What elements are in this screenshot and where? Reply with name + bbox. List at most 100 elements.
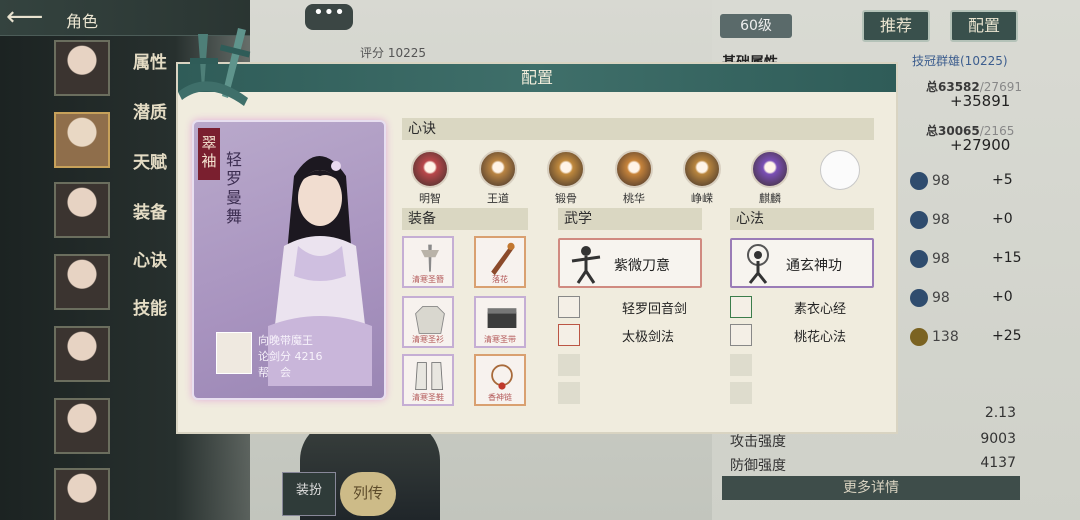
equipment-label: 清寒圣簪	[412, 275, 444, 284]
robe-icon	[415, 305, 445, 334]
heart-skill-icon	[547, 150, 585, 188]
config-modal: 配置 翠袖 轻罗曼舞 向晚带魔王 论剑分 4216 帮 会 心诀 明智 王道 锻骨桃…	[176, 28, 898, 434]
hairpin-icon	[421, 244, 439, 272]
character-avatar-selected[interactable]	[54, 112, 110, 168]
martial-skill[interactable]: 太极剑法	[558, 324, 702, 346]
tab-attributes[interactable]: 属性	[133, 48, 167, 73]
heart-skill-item[interactable]: 麒麟	[750, 150, 790, 206]
heart-skill-item[interactable]: 桃华	[614, 150, 654, 206]
skill-icon	[730, 324, 752, 346]
heart-skill-icon	[411, 150, 449, 188]
tab-equipment[interactable]: 装备	[133, 198, 167, 223]
swordsman-icon	[571, 246, 601, 284]
character-name: 轻罗曼舞	[226, 150, 243, 226]
costume-button[interactable]: 装扮	[282, 472, 336, 516]
heart-skill-icon	[615, 150, 653, 188]
tab-talent[interactable]: 天赋	[133, 148, 167, 173]
attr-row: 98 +0	[910, 289, 1020, 307]
back-button[interactable]: ⟵	[6, 4, 56, 32]
modal-header: 配置	[178, 64, 896, 92]
equipment-label: 清寒圣衫	[412, 335, 444, 344]
method-skill[interactable]: 桃花心法	[730, 324, 874, 346]
equipment-slot[interactable]: 落花	[474, 236, 526, 288]
character-avatar[interactable]	[54, 40, 110, 96]
sword-decoration-icon	[178, 28, 251, 106]
heart-skill-item[interactable]: 锻骨	[546, 150, 586, 206]
empty-skill-slot[interactable]	[730, 354, 752, 376]
equipment-slot[interactable]: 清寒圣带	[474, 296, 526, 348]
tab-potential[interactable]: 潜质	[133, 98, 167, 123]
character-avatar[interactable]	[54, 182, 110, 238]
attr-row: 98 +5	[910, 172, 1020, 190]
flute-icon	[491, 242, 515, 276]
owner-guild: 帮 会	[258, 366, 291, 379]
more-details-button[interactable]: 更多详情	[722, 476, 1020, 500]
heart-section-header: 心诀	[402, 118, 874, 140]
equipment-slot[interactable]: 清寒圣衫	[402, 296, 454, 348]
attr-row: 138 +25	[910, 328, 1022, 346]
attr-icon	[910, 250, 928, 268]
method-skill[interactable]: 素衣心经	[730, 296, 874, 318]
method-main-skill[interactable]: 通玄神功	[730, 238, 874, 288]
owner-name: 向晚带魔王	[258, 334, 313, 347]
heart-skill-item[interactable]: 明智	[410, 150, 450, 206]
skill-icon	[558, 296, 580, 318]
character-avatar[interactable]	[54, 254, 110, 310]
heart-skill-item[interactable]: 王道	[478, 150, 518, 206]
character-card: 翠袖 轻罗曼舞 向晚带魔王 论剑分 4216 帮 会	[192, 120, 386, 400]
attr-row: 98 +0	[910, 211, 1020, 229]
heart-skill-icon	[683, 150, 721, 188]
martial-section-header: 武学	[558, 208, 702, 230]
page-title: 角色	[66, 12, 99, 31]
biography-button[interactable]: 列传	[340, 472, 396, 516]
recommend-button[interactable]: 推荐	[862, 10, 930, 42]
method-section-header: 心法	[730, 208, 874, 230]
tab-heart[interactable]: 心诀	[133, 246, 167, 271]
martial-skill[interactable]: 轻罗回音剑	[558, 296, 702, 318]
equipment-label: 落花	[492, 275, 508, 284]
empty-heart-slot[interactable]	[820, 150, 860, 190]
meditation-icon	[747, 244, 769, 284]
character-avatar[interactable]	[54, 468, 110, 520]
attr-icon	[910, 211, 928, 229]
heart-skill-label: 王道	[487, 192, 509, 205]
modal-title: 配置	[520, 68, 553, 87]
belt-icon	[487, 308, 517, 328]
heart-skill-label: 锻骨	[555, 192, 577, 205]
character-avatar[interactable]	[54, 398, 110, 454]
owner-avatar	[216, 332, 252, 374]
stat-row: 攻击强度 9003	[730, 431, 1016, 450]
character-avatar[interactable]	[54, 326, 110, 382]
champion-title: 技冠群雄(10225)	[912, 54, 1008, 68]
bonus-value-1: +35891	[950, 92, 1011, 110]
score-label: 评分 10225	[360, 46, 426, 60]
boots-icon	[415, 362, 444, 391]
bonus-value-2: +27900	[950, 136, 1011, 154]
equipment-slot[interactable]: 香神链	[474, 354, 526, 406]
skill-icon	[558, 324, 580, 346]
tab-skills[interactable]: 技能	[133, 294, 167, 319]
character-title-tag: 翠袖	[198, 128, 220, 180]
attr-icon	[910, 289, 928, 307]
heart-skill-label: 桃华	[623, 192, 645, 205]
skill-icon	[730, 296, 752, 318]
chat-button[interactable]: •••	[305, 4, 353, 30]
heart-skill-label: 明智	[419, 192, 441, 205]
equipment-label: 香神链	[488, 393, 512, 402]
heart-skill-item[interactable]: 峥嵘	[682, 150, 722, 206]
attr-row: 98 +15	[910, 250, 1022, 268]
martial-main-skill[interactable]: 紫微刀意	[558, 238, 702, 288]
attr-icon	[910, 172, 928, 190]
attr-icon	[910, 328, 928, 346]
heart-skill-icon	[479, 150, 517, 188]
config-button[interactable]: 配置	[950, 10, 1018, 42]
heart-skill-label: 麒麟	[759, 192, 781, 205]
equipment-section-header: 装备	[402, 208, 528, 230]
empty-skill-slot[interactable]	[730, 382, 752, 404]
equipment-slot[interactable]: 清寒圣鞋	[402, 354, 454, 406]
empty-skill-slot[interactable]	[558, 354, 580, 376]
equipment-label: 清寒圣鞋	[412, 393, 444, 402]
empty-skill-slot[interactable]	[558, 382, 580, 404]
level-badge: 60级	[720, 14, 792, 38]
equipment-slot[interactable]: 清寒圣簪	[402, 236, 454, 288]
